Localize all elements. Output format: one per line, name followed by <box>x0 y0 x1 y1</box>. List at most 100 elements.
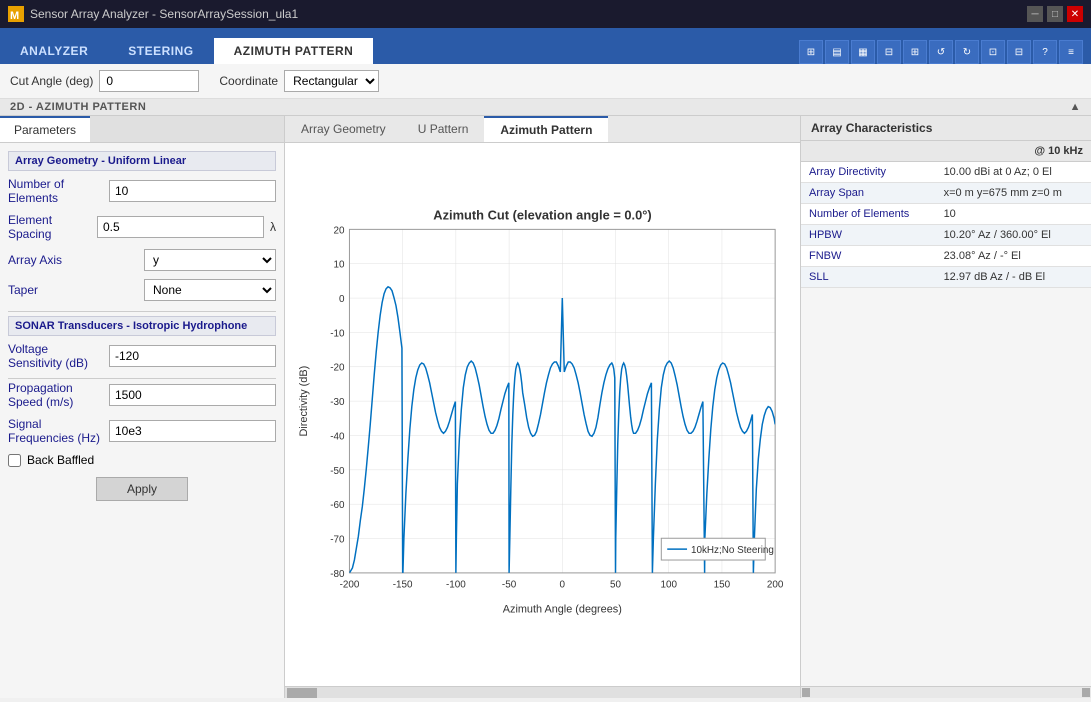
section-label-bar: 2D - AZIMUTH PATTERN ▲ <box>0 99 1091 116</box>
voltage-sens-row: Voltage Sensitivity (dB) <box>8 342 276 370</box>
toolbar-icon-4[interactable]: ⊟ <box>877 40 901 64</box>
svg-text:-150: -150 <box>393 580 413 591</box>
left-panel: Parameters Array Geometry - Uniform Line… <box>0 116 285 698</box>
toolbar-icon-5[interactable]: ⊞ <box>903 40 927 64</box>
char-label-span: Array Span <box>801 183 936 204</box>
voltage-sens-label: Voltage Sensitivity (dB) <box>8 342 103 370</box>
svg-text:-70: -70 <box>330 535 345 546</box>
toolbar-menu[interactable]: ≡ <box>1059 40 1083 64</box>
tab-steering[interactable]: STEERING <box>108 38 213 64</box>
element-spacing-label: Element Spacing <box>8 213 91 241</box>
center-tab-bar: Array Geometry U Pattern Azimuth Pattern <box>285 116 800 143</box>
char-label-num-elements: Number of Elements <box>801 204 936 225</box>
left-tab-bar: Parameters <box>0 116 284 143</box>
prop-speed-label: Propagation Speed (m/s) <box>8 381 103 409</box>
toolbar-icon-8[interactable]: ⊡ <box>981 40 1005 64</box>
voltage-sens-input[interactable] <box>109 345 276 367</box>
back-baffled-checkbox[interactable] <box>8 454 21 467</box>
svg-text:Directivity (dB): Directivity (dB) <box>298 366 310 437</box>
element-spacing-row: Element Spacing λ <box>8 213 276 241</box>
svg-text:10: 10 <box>334 260 345 271</box>
section-label-text: 2D - AZIMUTH PATTERN <box>10 101 146 113</box>
char-col-header-freq: @ 10 kHz <box>936 141 1091 162</box>
array-axis-row: Array Axis y x z <box>8 249 276 271</box>
right-tab-bar: Array Characteristics <box>801 116 1091 141</box>
char-row-sll: SLL 12.97 dB Az / - dB El <box>801 267 1091 288</box>
toolbar-icon-6[interactable]: ↺ <box>929 40 953 64</box>
toolbar-icon-3[interactable]: ▦ <box>851 40 875 64</box>
back-baffled-row: Back Baffled <box>8 453 276 467</box>
char-row-hpbw: HPBW 10.20° Az / 360.00° El <box>801 225 1091 246</box>
svg-text:-40: -40 <box>330 431 345 442</box>
num-elements-row: Number of Elements <box>8 177 276 205</box>
svg-text:100: 100 <box>660 580 677 591</box>
char-value-span: x=0 m y=675 mm z=0 m <box>936 183 1091 204</box>
azimuth-chart: Azimuth Cut (elevation angle = 0.0°) <box>295 153 790 676</box>
svg-text:-30: -30 <box>330 397 345 408</box>
tab-array-geometry[interactable]: Array Geometry <box>285 116 402 142</box>
toolbar-help[interactable]: ? <box>1033 40 1057 64</box>
char-label-directivity: Array Directivity <box>801 162 936 183</box>
back-baffled-label: Back Baffled <box>27 453 94 467</box>
tab-u-pattern[interactable]: U Pattern <box>402 116 485 142</box>
tab-parameters[interactable]: Parameters <box>0 116 90 142</box>
chart-scrollbar[interactable] <box>285 686 800 698</box>
svg-text:-200: -200 <box>340 580 360 591</box>
svg-text:200: 200 <box>767 580 784 591</box>
array-axis-label: Array Axis <box>8 253 138 267</box>
svg-text:-50: -50 <box>330 466 345 477</box>
char-row-directivity: Array Directivity 10.00 dBi at 0 Az; 0 E… <box>801 162 1091 183</box>
coordinate-select[interactable]: Rectangular Polar <box>284 70 379 92</box>
toolbar-icon-1[interactable]: ⊞ <box>799 40 823 64</box>
close-button[interactable]: ✕ <box>1067 6 1083 22</box>
char-value-hpbw: 10.20° Az / 360.00° El <box>936 225 1091 246</box>
char-row-num-elements: Number of Elements 10 <box>801 204 1091 225</box>
signal-freq-row: Signal Frequencies (Hz) <box>8 417 276 445</box>
svg-text:M: M <box>10 10 19 22</box>
svg-text:0: 0 <box>560 580 566 591</box>
taper-row: Taper None Custom <box>8 279 276 301</box>
toolbar-icon-7[interactable]: ↻ <box>955 40 979 64</box>
apply-button[interactable]: Apply <box>96 477 188 501</box>
char-col-header-empty <box>801 141 936 162</box>
taper-label: Taper <box>8 283 138 297</box>
char-label-fnbw: FNBW <box>801 246 936 267</box>
minimize-button[interactable]: ─ <box>1027 6 1043 22</box>
right-scrollbar[interactable] <box>801 686 1091 698</box>
signal-freq-input[interactable] <box>109 420 276 442</box>
toolbar-icon-2[interactable]: ▤ <box>825 40 849 64</box>
toolbar: ANALYZER STEERING AZIMUTH PATTERN ⊞ ▤ ▦ … <box>0 28 1091 64</box>
char-value-sll: 12.97 dB Az / - dB El <box>936 267 1091 288</box>
center-panel: Array Geometry U Pattern Azimuth Pattern… <box>285 116 801 698</box>
prop-speed-input[interactable] <box>109 384 276 406</box>
cut-angle-input[interactable] <box>99 70 199 92</box>
element-spacing-input[interactable] <box>97 216 264 238</box>
right-panel: Array Characteristics @ 10 kHz Array Dir… <box>801 116 1091 698</box>
svg-text:-100: -100 <box>446 580 466 591</box>
tab-azimuth-pattern-center[interactable]: Azimuth Pattern <box>484 116 608 142</box>
svg-text:150: 150 <box>714 580 731 591</box>
array-axis-select[interactable]: y x z <box>144 249 276 271</box>
svg-text:0: 0 <box>339 294 345 305</box>
chart-area: Azimuth Cut (elevation angle = 0.0°) <box>285 143 800 686</box>
left-panel-content: Array Geometry - Uniform Linear Number o… <box>0 143 284 519</box>
toolbar-icon-group: ⊞ ▤ ▦ ⊟ ⊞ ↺ ↻ ⊡ ⊟ ? ≡ <box>799 40 1091 64</box>
sonar-section-header: SONAR Transducers - Isotropic Hydrophone <box>8 316 276 336</box>
num-elements-input[interactable] <box>109 180 276 202</box>
svg-text:50: 50 <box>610 580 621 591</box>
tab-azimuth-pattern[interactable]: AZIMUTH PATTERN <box>214 38 374 64</box>
char-value-directivity: 10.00 dBi at 0 Az; 0 El <box>936 162 1091 183</box>
svg-text:-10: -10 <box>330 328 345 339</box>
collapse-icon[interactable]: ▲ <box>1070 101 1081 113</box>
maximize-button[interactable]: □ <box>1047 6 1063 22</box>
tab-analyzer[interactable]: ANALYZER <box>0 38 108 64</box>
signal-freq-label: Signal Frequencies (Hz) <box>8 417 103 445</box>
svg-text:-60: -60 <box>330 500 345 511</box>
prop-speed-row: Propagation Speed (m/s) <box>8 381 276 409</box>
svg-text:-80: -80 <box>330 569 345 580</box>
svg-text:-20: -20 <box>330 363 345 374</box>
toolbar-icon-9[interactable]: ⊟ <box>1007 40 1031 64</box>
svg-text:20: 20 <box>334 225 345 236</box>
main-layout: Parameters Array Geometry - Uniform Line… <box>0 116 1091 698</box>
taper-select[interactable]: None Custom <box>144 279 276 301</box>
